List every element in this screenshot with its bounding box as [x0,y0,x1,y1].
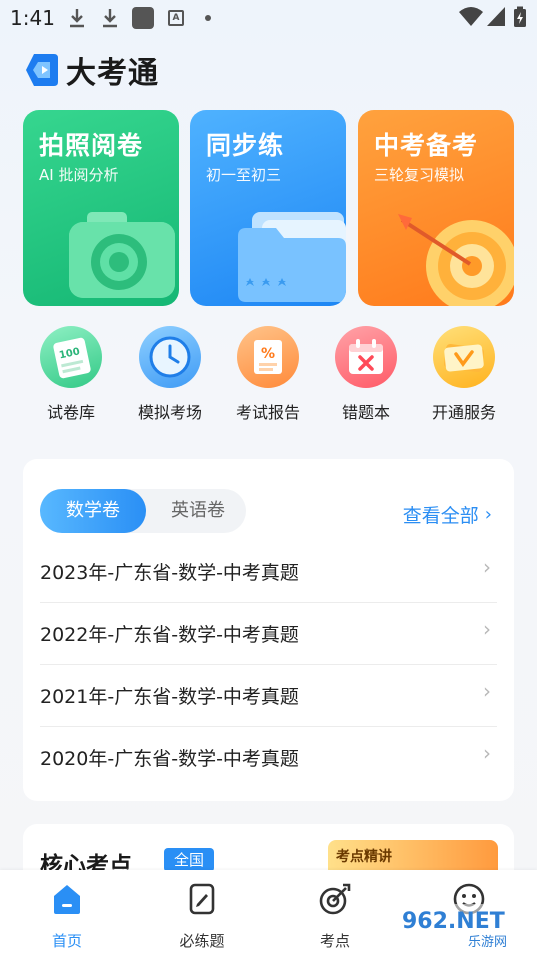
nav-exam-points[interactable]: 考点 [295,882,375,951]
nav-label: 考点 [319,932,350,950]
a-badge-icon: A [168,10,184,26]
download-icon [103,9,117,28]
sync-practice-card[interactable]: 同步练 初一至初三 [190,110,346,306]
chevron-right-icon: › [483,741,491,765]
calendar-x-icon [335,326,397,388]
dot-icon [205,15,211,21]
shortcut-exam-report[interactable]: % 考试报告 [220,326,316,423]
card-title: 同步练 [206,131,285,160]
shortcut-label: 模拟考场 [137,403,202,422]
wifi-icon [459,7,483,26]
photo-grading-card[interactable]: 拍照阅卷 AI 批阅分析 [23,110,179,306]
card-title: 中考备考 [374,131,479,160]
region-badge[interactable]: 全国 [164,848,215,872]
tab-english[interactable]: 英语卷 [150,489,246,533]
subject-tabs: 数学卷 英语卷 [40,489,246,533]
card-subtitle: AI 批阅分析 [39,166,119,184]
exam-prep-card[interactable]: 中考备考 三轮复习模拟 [358,110,514,306]
nav-label: 首页 [51,932,82,950]
target-pen-icon [319,883,351,915]
cell-signal-icon [487,7,505,26]
report-percent-icon: % [237,326,299,388]
app-logo: 大考通 [24,50,159,91]
status-bar: 1:41 A [0,0,537,36]
promo-label: 考点精讲 [336,849,392,865]
list-item[interactable]: 2023年-广东省-数学-中考真题 › [40,541,497,603]
shortcut-mock-exam[interactable]: 模拟考场 [122,326,218,423]
view-all-link[interactable]: 查看全部 › [403,501,492,528]
chevron-right-icon: › [483,617,491,641]
shortcut-label: 开通服务 [431,403,496,422]
clock-icon [139,326,201,388]
edit-doc-icon [189,883,215,915]
shortcut-label: 试卷库 [46,403,95,422]
daokaotong-logo-icon [26,54,58,86]
shortcut-label: 错题本 [341,403,390,422]
svg-text:%: % [261,346,275,362]
shortcut-wrong-book[interactable]: 错题本 [318,326,414,423]
view-all-label: 查看全部 [402,505,479,527]
list-item-title: 2022年-广东省-数学-中考真题 [40,624,299,646]
card-subtitle: 三轮复习模拟 [374,166,465,184]
chevron-right-icon: › [484,504,492,525]
tab-math[interactable]: 数学卷 [40,489,146,533]
chevron-right-icon: › [483,555,491,579]
nav-home[interactable]: 首页 [27,882,107,951]
card-title: 拍照阅卷 [39,131,144,160]
status-time: 1:41 [10,6,55,30]
vip-card-icon [433,326,495,388]
list-item[interactable]: 2022年-广东省-数学-中考真题 › [40,603,497,665]
home-icon [54,885,80,914]
shortcut-paper-library[interactable]: 100 试卷库 [23,326,119,423]
paper-list-panel: 数学卷 英语卷 查看全部 › 2023年-广东省-数学-中考真题 › 2022年… [23,459,514,801]
chevron-right-icon: › [483,679,491,703]
app-square-icon [132,7,154,29]
battery-charging-icon [514,6,526,27]
folder-icon [238,212,346,302]
watermark-text: 962.NET [402,909,505,934]
list-item-title: 2023年-广东省-数学-中考真题 [40,562,299,584]
nav-label: 必练题 [179,932,225,950]
shortcut-label: 考试报告 [235,403,300,422]
watermark-subtext: 乐游网 [468,935,507,950]
app-title: 大考通 [66,56,159,91]
list-item-title: 2021年-广东省-数学-中考真题 [40,686,299,708]
card-subtitle: 初一至初三 [206,166,282,184]
camera-icon [69,212,175,298]
list-item[interactable]: 2020年-广东省-数学-中考真题 › [40,727,497,789]
nav-must-practice[interactable]: 必练题 [162,882,242,951]
list-item[interactable]: 2021年-广东省-数学-中考真题 › [40,665,497,727]
paper-100-icon: 100 [40,326,102,388]
target-icon [398,214,514,306]
shortcut-open-service[interactable]: 开通服务 [416,326,512,423]
watermark-logo: 962.NET 乐游网 [398,904,532,950]
list-item-title: 2020年-广东省-数学-中考真题 [40,748,299,770]
download-icon [70,9,84,28]
